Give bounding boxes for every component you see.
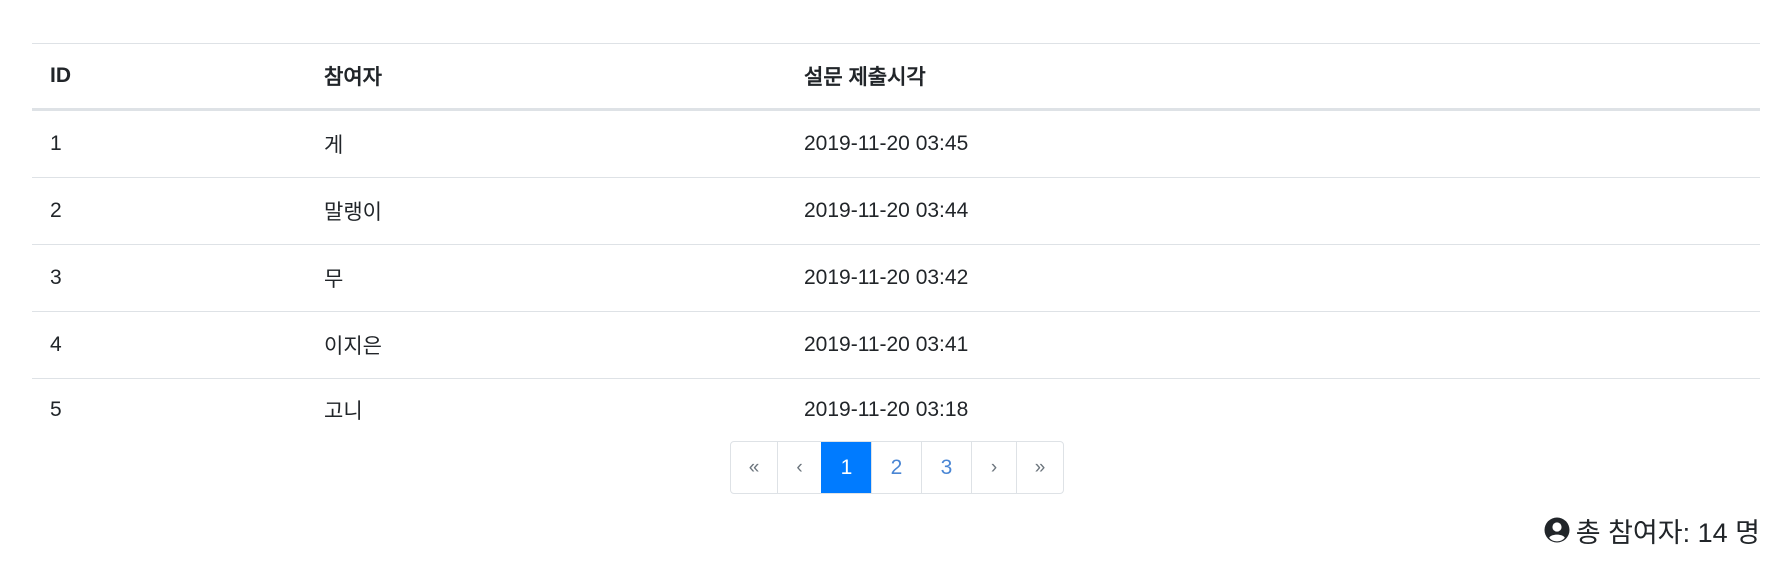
table-row: 5 고니 2019-11-20 03:18 <box>32 379 1760 442</box>
pagination-last-button[interactable]: » <box>1016 442 1063 493</box>
cell-participant: 말랭이 <box>306 177 786 245</box>
cell-submitted-at: 2019-11-20 03:44 <box>786 177 1760 245</box>
cell-submitted-at: 2019-11-20 03:18 <box>804 398 969 421</box>
header-participant: 참여자 <box>306 43 786 111</box>
table-row: 1 게 2019-11-20 03:45 <box>32 109 1760 178</box>
pagination-first-button[interactable]: « <box>731 442 777 493</box>
cell-id: 3 <box>32 244 306 312</box>
user-circle-icon <box>1544 517 1570 543</box>
participants-table: ID 참여자 설문 제출시각 1 게 2019-11-20 03:45 2 말랭… <box>32 43 1760 441</box>
participants-table-container: ID 참여자 설문 제출시각 1 게 2019-11-20 03:45 2 말랭… <box>32 43 1760 441</box>
cell-id: 5 <box>50 398 62 421</box>
header-submitted-at: 설문 제출시각 <box>786 43 1760 111</box>
cell-submitted-at: 2019-11-20 03:42 <box>786 244 1760 312</box>
table-body: 1 게 2019-11-20 03:45 2 말랭이 2019-11-20 03… <box>32 109 1760 442</box>
pagination-page-2[interactable]: 2 <box>871 442 921 493</box>
pagination-page-1[interactable]: 1 <box>821 442 871 493</box>
cell-participant: 무 <box>306 244 786 312</box>
total-participants-text: 총 참여자: 14 명 <box>1575 517 1760 548</box>
table-row: 4 이지은 2019-11-20 03:41 <box>32 311 1760 379</box>
total-participants: 총 참여자: 14 명 <box>1544 513 1760 548</box>
cell-participant: 이지은 <box>306 311 786 379</box>
pagination-next-button[interactable]: › <box>971 442 1016 493</box>
cell-id: 1 <box>32 109 306 178</box>
table-header-row: ID 참여자 설문 제출시각 <box>32 43 1760 111</box>
pagination: « ‹ 1 2 3 › » <box>730 441 1064 494</box>
cell-participant: 고니 <box>324 400 363 423</box>
pagination-page-3[interactable]: 3 <box>921 442 971 493</box>
table-header: ID 참여자 설문 제출시각 <box>32 43 1760 111</box>
cell-id: 2 <box>32 177 306 245</box>
pagination-prev-button[interactable]: ‹ <box>777 442 821 493</box>
cell-participant: 게 <box>306 109 786 178</box>
table-row: 2 말랭이 2019-11-20 03:44 <box>32 177 1760 245</box>
header-id: ID <box>32 43 306 111</box>
cell-submitted-at: 2019-11-20 03:45 <box>786 109 1760 178</box>
cell-submitted-at: 2019-11-20 03:41 <box>786 311 1760 379</box>
cell-id: 4 <box>32 311 306 379</box>
table-row: 3 무 2019-11-20 03:42 <box>32 244 1760 312</box>
